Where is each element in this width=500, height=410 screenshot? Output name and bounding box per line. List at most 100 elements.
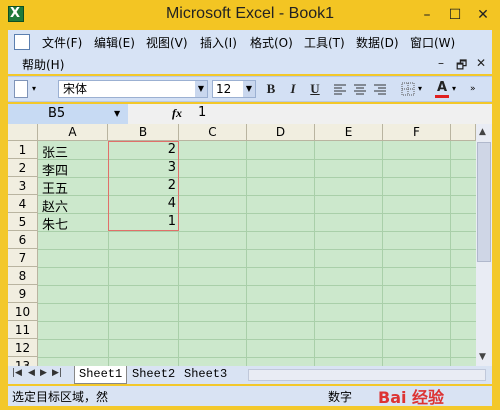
formula-input[interactable]: 1 xyxy=(198,105,206,120)
row-header-12[interactable]: 12 xyxy=(8,339,38,357)
chevron-down-icon[interactable]: ▼ xyxy=(114,104,120,124)
sheet-tab-bar: |◀ ◀ ▶ ▶| Sheet1 Sheet2 Sheet3 xyxy=(8,366,492,384)
row-header-3[interactable]: 3 xyxy=(8,177,38,195)
formatting-toolbar: ▾ 宋体 ▼ 12 ▼ B I U ▾ A ▾ » xyxy=(8,76,492,102)
gridline xyxy=(382,141,383,366)
menu-data[interactable]: 数据(D) xyxy=(356,34,399,52)
chevron-down-icon[interactable]: ▾ xyxy=(452,80,460,98)
column-header-g[interactable] xyxy=(451,124,476,141)
menu-tools[interactable]: 工具(T) xyxy=(304,34,345,52)
sheet-tab-2[interactable]: Sheet2 xyxy=(128,366,179,383)
cell-a4[interactable]: 赵六 xyxy=(42,196,68,215)
workbook-restore-button[interactable]: 🗗 xyxy=(456,56,467,77)
font-name-value: 宋体 xyxy=(63,82,88,96)
column-header-a[interactable]: A xyxy=(38,124,108,141)
row-header-5[interactable]: 5 xyxy=(8,213,38,231)
close-button[interactable]: ✕ xyxy=(472,6,494,24)
previous-sheet-icon[interactable]: ◀ xyxy=(28,368,35,378)
gridline xyxy=(450,141,451,366)
workbook-icon[interactable] xyxy=(14,34,30,50)
vertical-scroll-thumb[interactable] xyxy=(477,142,491,262)
vertical-scrollbar[interactable]: ▲ ▼ xyxy=(476,124,492,366)
gridline xyxy=(314,141,315,366)
bold-button[interactable]: B xyxy=(262,80,280,98)
next-sheet-icon[interactable]: ▶ xyxy=(40,368,47,378)
selection-range-b1-b5 xyxy=(108,141,179,231)
row-header-13[interactable]: 13 xyxy=(8,357,38,366)
align-left-icon[interactable] xyxy=(332,80,348,98)
toolbar-options-icon[interactable]: ▾ xyxy=(32,80,40,98)
menu-format[interactable]: 格式(O) xyxy=(250,34,293,52)
row-header-6[interactable]: 6 xyxy=(8,231,38,249)
excel-window: X Microsoft Excel - Book1 – ☐ ✕ 文件(F) 编辑… xyxy=(0,0,500,410)
name-box[interactable]: B5 ▼ xyxy=(8,104,128,124)
font-color-swatch xyxy=(435,95,449,98)
menu-edit[interactable]: 编辑(E) xyxy=(94,34,135,52)
minimize-button[interactable]: – xyxy=(416,6,438,24)
status-message: 选定目标区域，然 xyxy=(12,390,109,404)
workbook-minimize-button[interactable]: – xyxy=(438,56,444,70)
gridline xyxy=(38,195,476,196)
workbook-close-button[interactable]: ✕ xyxy=(476,56,486,70)
row-header-1[interactable]: 1 xyxy=(8,141,38,159)
row-header-7[interactable]: 7 xyxy=(8,249,38,267)
underline-button[interactable]: U xyxy=(306,80,324,98)
chevron-down-icon[interactable]: ▼ xyxy=(243,81,255,97)
chevron-down-icon[interactable]: ▼ xyxy=(195,81,207,97)
menu-insert[interactable]: 插入(I) xyxy=(200,34,237,52)
insert-function-icon[interactable]: fx xyxy=(172,106,182,121)
font-color-button[interactable]: A xyxy=(434,80,450,98)
menu-help[interactable]: 帮助(H) xyxy=(22,56,64,74)
cell-a3[interactable]: 王五 xyxy=(42,178,68,197)
chevron-down-icon[interactable]: ▾ xyxy=(418,80,426,98)
menu-view[interactable]: 视图(V) xyxy=(146,34,188,52)
column-header-c[interactable]: C xyxy=(179,124,247,141)
gridline xyxy=(38,177,476,178)
cell-a5[interactable]: 朱七 xyxy=(42,214,68,233)
baidu-watermark: Bai 经验 xyxy=(378,388,445,407)
scroll-up-arrow-icon[interactable]: ▲ xyxy=(479,127,486,137)
column-header-d[interactable]: D xyxy=(247,124,315,141)
maximize-button[interactable]: ☐ xyxy=(444,6,466,24)
cell-a1[interactable]: 张三 xyxy=(42,142,68,161)
font-size-value: 12 xyxy=(216,82,232,96)
title-bar: X Microsoft Excel - Book1 – ☐ ✕ xyxy=(0,0,500,30)
toolbar-overflow-icon[interactable]: » xyxy=(470,80,480,98)
font-size-select[interactable]: 12 ▼ xyxy=(212,80,256,98)
gridline xyxy=(38,267,476,268)
column-header-e[interactable]: E xyxy=(315,124,383,141)
status-mode: 数字 xyxy=(328,390,353,404)
sheet-tab-3[interactable]: Sheet3 xyxy=(180,366,231,383)
borders-icon[interactable] xyxy=(400,80,416,98)
column-header-f[interactable]: F xyxy=(383,124,451,141)
font-color-letter: A xyxy=(436,80,448,95)
gridline xyxy=(38,159,476,160)
font-name-select[interactable]: 宋体 ▼ xyxy=(58,80,208,98)
menu-window[interactable]: 窗口(W) xyxy=(410,34,455,52)
row-header-8[interactable]: 8 xyxy=(8,267,38,285)
sheet-tab-1[interactable]: Sheet1 xyxy=(74,366,128,384)
horizontal-scrollbar[interactable] xyxy=(248,369,486,381)
align-center-icon[interactable] xyxy=(352,80,368,98)
row-header-11[interactable]: 11 xyxy=(8,321,38,339)
last-sheet-icon[interactable]: ▶| xyxy=(52,368,62,378)
cell-a2[interactable]: 李四 xyxy=(42,160,68,179)
align-right-icon[interactable] xyxy=(372,80,388,98)
row-header-10[interactable]: 10 xyxy=(8,303,38,321)
row-header-4[interactable]: 4 xyxy=(8,195,38,213)
column-header-b[interactable]: B xyxy=(108,124,179,141)
gridline xyxy=(38,321,476,322)
gridline xyxy=(38,339,476,340)
row-header-2[interactable]: 2 xyxy=(8,159,38,177)
row-header-9[interactable]: 9 xyxy=(8,285,38,303)
select-all-corner[interactable] xyxy=(8,124,38,141)
gridline xyxy=(38,303,476,304)
gridline xyxy=(38,249,476,250)
worksheet-grid[interactable]: A B C D E F 1 2 3 4 5 6 7 8 9 10 11 12 1… xyxy=(8,124,476,366)
scroll-down-arrow-icon[interactable]: ▼ xyxy=(479,352,486,362)
italic-button[interactable]: I xyxy=(284,80,302,98)
new-document-icon[interactable] xyxy=(14,80,28,98)
first-sheet-icon[interactable]: |◀ xyxy=(12,368,22,378)
menu-file[interactable]: 文件(F) xyxy=(42,34,82,52)
gridline xyxy=(38,285,476,286)
